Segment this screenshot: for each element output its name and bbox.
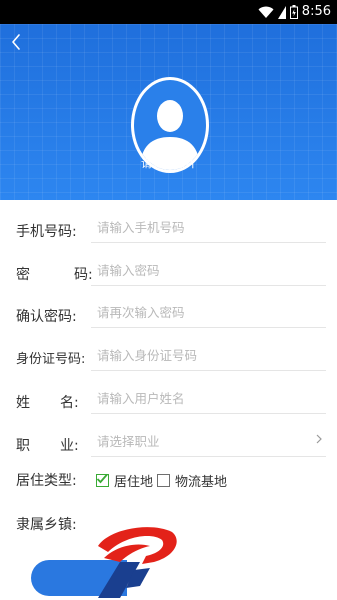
chevron-right-icon: [316, 434, 322, 444]
name-input[interactable]: [97, 388, 317, 408]
status-time: 8:56: [301, 4, 331, 19]
battery-icon: [289, 5, 298, 19]
wifi-icon: [258, 6, 274, 19]
occupation-row[interactable]: 职业:: [0, 421, 337, 463]
app-logo-watermark: [98, 527, 177, 598]
occupation-field[interactable]: [91, 421, 326, 457]
residence-type-row: 居住类型: 居住地 物流基地: [0, 464, 337, 494]
name-field: [91, 378, 326, 414]
signal-icon: [277, 5, 286, 19]
password-input[interactable]: [97, 260, 317, 280]
back-arrow-icon: [12, 34, 20, 50]
id-number-input[interactable]: [97, 345, 317, 365]
residence-option-home[interactable]: 居住地: [96, 471, 154, 490]
id-number-row: 身份证号码:: [0, 335, 337, 377]
residence-type-label: 居住类型:: [16, 473, 77, 489]
password-row: 密码:: [0, 250, 337, 292]
phone-row: 手机号码:: [0, 207, 337, 249]
name-row: 姓名:: [0, 378, 337, 420]
residence-option-logistics[interactable]: 物流基地: [157, 471, 228, 490]
occupation-label: 职业:: [16, 438, 79, 454]
id-number-field: [91, 335, 326, 371]
phone-field: [91, 207, 326, 243]
home-checkbox[interactable]: [96, 473, 109, 487]
add-photo-label[interactable]: 请添加照片: [0, 157, 337, 171]
password-field: [91, 250, 326, 286]
password-label: 密码:: [16, 267, 93, 283]
name-label: 姓名:: [16, 395, 79, 411]
back-button[interactable]: [6, 30, 26, 54]
status-bar: 8:56: [0, 0, 337, 24]
phone-input[interactable]: [97, 217, 317, 237]
confirm-password-label: 确认密码:: [16, 309, 77, 325]
confirm-password-row: 确认密码:: [0, 292, 337, 334]
town-label: 隶属乡镇:: [16, 517, 77, 533]
confirm-password-field: [91, 292, 326, 328]
phone-label: 手机号码:: [16, 224, 77, 240]
check-icon: [96, 473, 108, 483]
occupation-select[interactable]: [97, 431, 317, 451]
status-icons: 8:56: [258, 3, 331, 21]
id-number-label: 身份证号码:: [16, 352, 86, 367]
logistics-checkbox[interactable]: [157, 473, 170, 487]
home-option-label: 居住地: [114, 474, 154, 490]
profile-header: 请添加照片: [0, 24, 337, 200]
logistics-option-label: 物流基地: [175, 474, 228, 490]
confirm-password-input[interactable]: [97, 302, 317, 322]
